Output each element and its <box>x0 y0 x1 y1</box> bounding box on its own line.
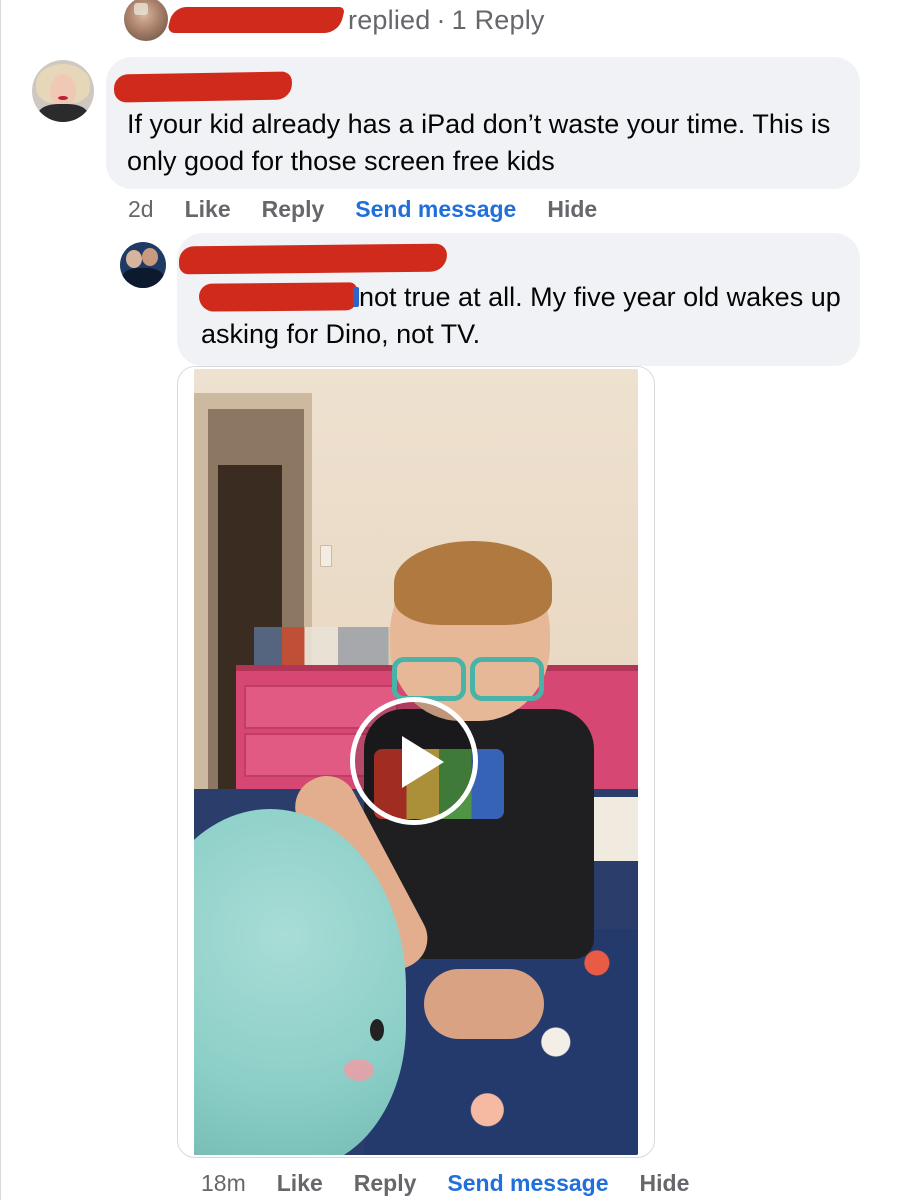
replied-summary[interactable]: replied · 1 Reply <box>124 0 545 41</box>
separator: · <box>436 4 446 35</box>
send-message-button[interactable]: Send message <box>355 196 516 223</box>
comment-bubble: not true at all. My five year old wakes … <box>177 233 860 366</box>
reply-button[interactable]: Reply <box>262 196 325 223</box>
avatar[interactable] <box>120 242 166 288</box>
like-button[interactable]: Like <box>185 196 231 223</box>
comment-text: not true at all. My five year old wakes … <box>201 282 841 349</box>
reply-button[interactable]: Reply <box>354 1170 417 1197</box>
thread-line <box>0 0 1 1200</box>
redaction-bar <box>166 7 346 33</box>
video-attachment[interactable] <box>177 366 655 1158</box>
redaction-bar <box>178 243 448 275</box>
comment-timestamp[interactable]: 2d <box>128 196 154 223</box>
reply-count[interactable]: 1 Reply <box>452 5 545 35</box>
redaction-bar <box>113 71 293 103</box>
comment-timestamp[interactable]: 18m <box>201 1170 246 1197</box>
comment-text: If your kid already has a iPad don’t was… <box>127 109 831 176</box>
hide-button[interactable]: Hide <box>547 196 597 223</box>
send-message-button[interactable]: Send message <box>447 1170 608 1197</box>
replied-label[interactable]: replied · 1 Reply <box>348 5 545 36</box>
comment-actions: 2d Like Reply Send message Hide <box>128 194 628 224</box>
play-icon[interactable] <box>350 697 478 825</box>
comment-bubble: If your kid already has a iPad don’t was… <box>106 57 860 189</box>
like-button[interactable]: Like <box>277 1170 323 1197</box>
hide-button[interactable]: Hide <box>640 1170 690 1197</box>
replied-text: replied <box>348 4 431 35</box>
avatar[interactable] <box>124 0 168 41</box>
avatar[interactable] <box>32 60 94 122</box>
video-thumbnail[interactable] <box>194 369 638 1155</box>
comment-actions: 18m Like Reply Send message Hide <box>201 1168 720 1198</box>
